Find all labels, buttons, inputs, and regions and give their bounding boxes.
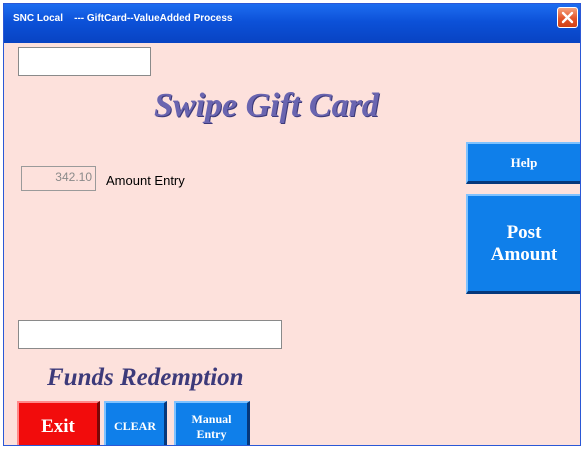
clear-button[interactable]: CLEAR <box>104 401 167 445</box>
window-title: SNC Local --- GiftCard--ValueAdded Proce… <box>13 13 233 24</box>
help-button-label: Help <box>510 154 538 170</box>
close-button[interactable] <box>557 7 578 28</box>
manual-entry-label-line2: Entry <box>196 426 227 441</box>
amount-entry-label: Amount Entry <box>106 173 185 188</box>
post-amount-button[interactable]: Post Amount <box>466 194 580 294</box>
gift-card-window: SNC Local --- GiftCard--ValueAdded Proce… <box>3 3 581 446</box>
manual-entry-button[interactable]: Manual Entry <box>174 401 250 445</box>
post-amount-label-line1: Post <box>506 221 542 243</box>
close-icon <box>561 11 574 24</box>
page-title: Swipe Gift Card <box>154 87 379 124</box>
redemption-input[interactable] <box>18 320 282 349</box>
section-title: Funds Redemption <box>47 364 244 391</box>
clear-button-label: CLEAR <box>113 419 156 433</box>
card-swipe-input[interactable] <box>18 47 151 76</box>
post-amount-label-line2: Amount <box>490 243 558 265</box>
exit-button[interactable]: Exit <box>17 401 100 445</box>
manual-entry-label-line1: Manual <box>191 411 232 426</box>
exit-button-label: Exit <box>41 415 75 437</box>
title-bar: SNC Local --- GiftCard--ValueAdded Proce… <box>4 4 580 43</box>
amount-field[interactable]: 342.10 <box>21 166 96 191</box>
help-button[interactable]: Help <box>466 142 580 184</box>
